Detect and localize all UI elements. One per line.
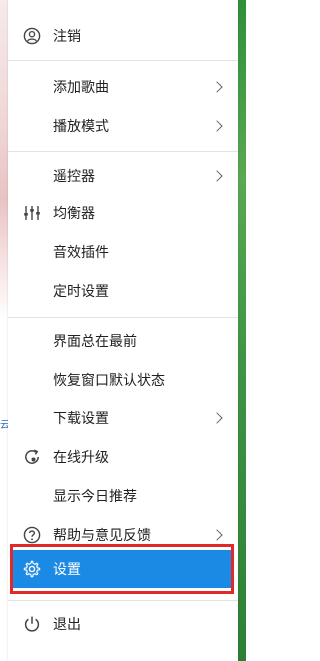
menu-item-label: 在线升级	[53, 450, 109, 466]
chevron-right-icon	[211, 412, 223, 424]
help-icon	[22, 525, 42, 545]
menu-item-label: 下载设置	[53, 411, 109, 427]
menu-divider	[8, 60, 238, 61]
menu-item-add-songs[interactable]: 添加歌曲	[8, 69, 238, 105]
menu-item-show-daily-recommend[interactable]: 显示今日推荐	[8, 478, 238, 514]
menu-divider	[8, 600, 238, 601]
menu-item-exit[interactable]: 退出	[8, 606, 238, 642]
menu-item-label: 设置	[53, 562, 81, 578]
menu-item-restore-window[interactable]: 恢复窗口默认状态	[8, 362, 238, 398]
menu-item-timer-settings[interactable]: 定时设置	[8, 273, 238, 309]
menu-item-label: 音效插件	[53, 245, 109, 261]
menu-item-label: 显示今日推荐	[53, 489, 137, 505]
menu-item-always-on-top[interactable]: 界面总在最前	[8, 323, 238, 359]
power-icon	[22, 614, 42, 634]
menu-item-logout[interactable]: 注销	[8, 18, 238, 54]
menu-item-label: 添加歌曲	[53, 80, 109, 96]
chevron-right-icon	[211, 170, 223, 182]
menu-item-label: 帮助与意见反馈	[53, 528, 151, 544]
chevron-right-icon	[211, 120, 223, 132]
background-app-right	[238, 0, 246, 661]
gear-icon	[22, 559, 42, 579]
menu-item-label: 播放模式	[53, 119, 109, 135]
menu-item-label: 退出	[53, 617, 81, 633]
update-icon	[22, 447, 42, 467]
equalizer-icon	[22, 203, 42, 223]
menu-divider	[8, 151, 238, 152]
menu-item-label: 恢复窗口默认状态	[53, 373, 165, 389]
menu-item-play-mode[interactable]: 播放模式	[8, 108, 238, 144]
background-app-left: 云	[0, 0, 10, 661]
menu-item-label: 遥控器	[53, 169, 95, 185]
menu-item-label: 均衡器	[53, 206, 95, 222]
menu-item-sound-plugins[interactable]: 音效插件	[8, 234, 238, 270]
chevron-right-icon	[211, 529, 223, 541]
menu-item-equalizer[interactable]: 均衡器	[8, 195, 238, 231]
menu-item-online-update[interactable]: 在线升级	[8, 439, 238, 475]
menu-item-download-settings[interactable]: 下载设置	[8, 400, 238, 436]
menu-item-settings[interactable]: 设置	[10, 550, 232, 588]
menu-item-label: 定时设置	[53, 284, 109, 300]
menu-item-label: 注销	[53, 29, 81, 45]
background-text-fragment: 云	[0, 420, 10, 431]
user-circle-icon	[22, 26, 42, 46]
menu-item-remote-control[interactable]: 遥控器	[8, 158, 238, 194]
menu-item-label: 界面总在最前	[53, 334, 137, 350]
chevron-right-icon	[211, 81, 223, 93]
menu-divider	[8, 317, 238, 318]
menu-item-help-feedback[interactable]: 帮助与意见反馈	[8, 517, 238, 553]
context-menu: 注销 添加歌曲 播放模式 遥控器 均衡器 音效插件 定时设置 界面总在最前 恢复…	[8, 0, 238, 661]
